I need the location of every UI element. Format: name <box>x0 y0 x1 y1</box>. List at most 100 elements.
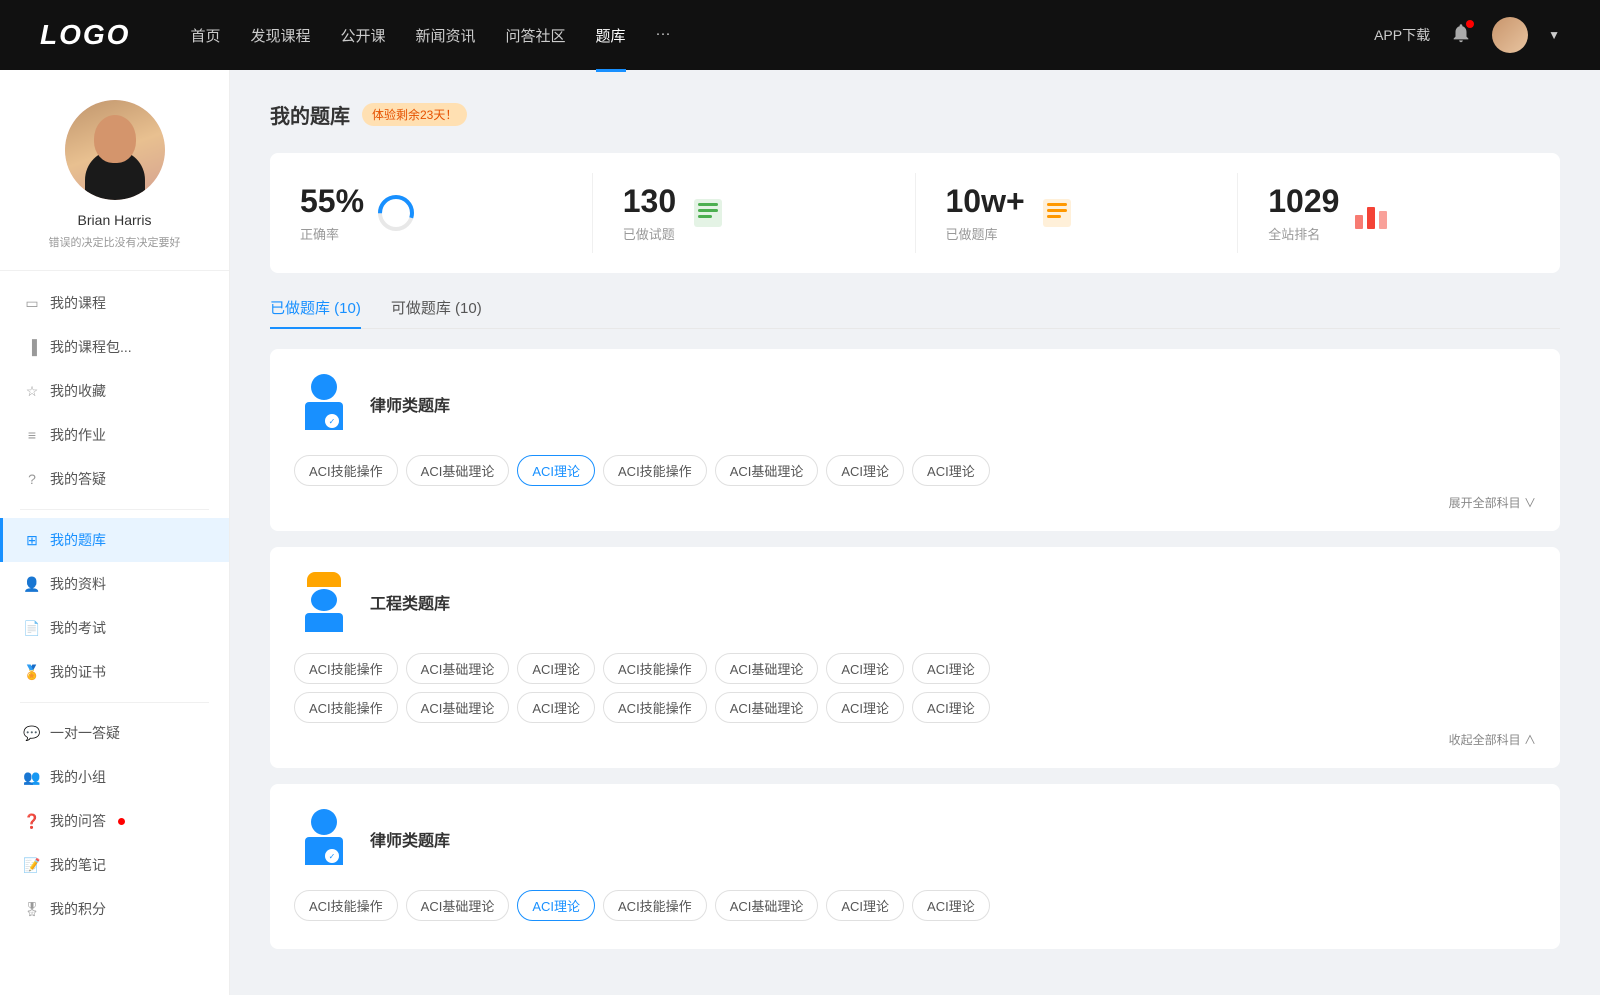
tag-2-2[interactable]: ACI基础理论 <box>406 653 510 684</box>
tab-available-banks[interactable]: 可做题库 (10) <box>391 297 482 328</box>
tag-2-13[interactable]: ACI理论 <box>826 692 904 723</box>
profile-motto: 错误的决定比没有决定要好 <box>49 234 181 250</box>
tag-2-7[interactable]: ACI理论 <box>912 653 990 684</box>
sidebar-item-homework[interactable]: ≡ 我的作业 <box>0 413 229 457</box>
sidebar-item-exam[interactable]: 📄 我的考试 <box>0 606 229 650</box>
tag-3-2[interactable]: ACI基础理论 <box>406 890 510 921</box>
stat-done-banks-text: 10w+ 已做题库 <box>946 183 1025 243</box>
lawyer-badge-1: ✓ <box>325 414 339 428</box>
nav-qa[interactable]: 问答社区 <box>506 21 566 50</box>
qa-icon: ❓ <box>24 813 40 829</box>
tag-3-4[interactable]: ACI技能操作 <box>603 890 707 921</box>
tag-1-2[interactable]: ACI基础理论 <box>406 455 510 486</box>
points-icon: 🎖 <box>24 901 40 917</box>
tag-3-1[interactable]: ACI技能操作 <box>294 890 398 921</box>
accuracy-chart-icon <box>376 193 416 233</box>
expand-link-1[interactable]: 展开全部科目 ∨ <box>294 494 1536 511</box>
tag-3-3[interactable]: ACI理论 <box>517 890 595 921</box>
lawyer-body-1: ✓ <box>305 402 343 430</box>
page-title: 我的题库 <box>270 100 350 129</box>
topic-3-title: 律师类题库 <box>370 827 450 851</box>
lawyer-body-3: ✓ <box>305 837 343 865</box>
tag-3-6[interactable]: ACI理论 <box>826 890 904 921</box>
tag-1-7[interactable]: ACI理论 <box>912 455 990 486</box>
sidebar-item-topic-bank[interactable]: ⊞ 我的题库 <box>0 518 229 562</box>
tab-done-banks[interactable]: 已做题库 (10) <box>270 297 361 328</box>
page-header: 我的题库 体验剩余23天！ <box>270 100 1560 129</box>
file-icon: ▭ <box>24 295 40 311</box>
app-download-button[interactable]: APP下载 <box>1374 25 1430 45</box>
tag-1-5[interactable]: ACI基础理论 <box>715 455 819 486</box>
logo: LOGO <box>40 19 130 51</box>
stat-done-banks-label: 已做题库 <box>946 224 1025 243</box>
tag-3-5[interactable]: ACI基础理论 <box>715 890 819 921</box>
nav-home[interactable]: 首页 <box>190 21 220 50</box>
main-layout: Brian Harris 错误的决定比没有决定要好 ▭ 我的课程 ▐ 我的课程包… <box>0 70 1600 995</box>
nav-more[interactable]: ··· <box>656 21 671 50</box>
topic-1-title: 律师类题库 <box>370 392 450 416</box>
nav-discover[interactable]: 发现课程 <box>250 21 310 50</box>
tag-2-1[interactable]: ACI技能操作 <box>294 653 398 684</box>
sidebar-item-certificate[interactable]: 🏅 我的证书 <box>0 650 229 694</box>
tag-1-6[interactable]: ACI理论 <box>826 455 904 486</box>
tag-1-4[interactable]: ACI技能操作 <box>603 455 707 486</box>
sidebar-item-profile[interactable]: 👤 我的资料 <box>0 562 229 606</box>
tag-2-3[interactable]: ACI理论 <box>517 653 595 684</box>
tag-2-12[interactable]: ACI基础理论 <box>715 692 819 723</box>
tag-2-4[interactable]: ACI技能操作 <box>603 653 707 684</box>
stat-done-questions: 130 已做试题 <box>593 173 916 253</box>
sidebar-item-favorites[interactable]: ☆ 我的收藏 <box>0 369 229 413</box>
avatar-dropdown-icon[interactable]: ▼ <box>1548 28 1560 42</box>
stat-accuracy: 55% 正确率 <box>270 173 593 253</box>
done-banks-icon <box>1037 193 1077 233</box>
menu-divider-2 <box>20 702 209 703</box>
star-icon: ☆ <box>24 383 40 399</box>
engineer-body <box>305 613 343 632</box>
lawyer-icon-3: ✓ <box>299 809 349 869</box>
tag-2-10[interactable]: ACI理论 <box>517 692 595 723</box>
navbar: LOGO 首页 发现课程 公开课 新闻资讯 问答社区 题库 ··· APP下载 … <box>0 0 1600 70</box>
nav-topic-bank[interactable]: 题库 <box>596 21 626 50</box>
sidebar-item-group[interactable]: 👥 我的小组 <box>0 755 229 799</box>
sidebar-item-my-course[interactable]: ▭ 我的课程 <box>0 281 229 325</box>
stat-done-banks: 10w+ 已做题库 <box>916 173 1239 253</box>
topic-card-2: 工程类题库 ACI技能操作 ACI基础理论 ACI理论 ACI技能操作 ACI基… <box>270 547 1560 768</box>
lawyer-badge-3: ✓ <box>325 849 339 863</box>
tag-2-11[interactable]: ACI技能操作 <box>603 692 707 723</box>
trial-badge: 体验剩余23天！ <box>362 103 467 126</box>
navbar-right: APP下载 ▼ <box>1374 17 1560 53</box>
nav-open-course[interactable]: 公开课 <box>340 21 385 50</box>
user-avatar[interactable] <box>1492 17 1528 53</box>
tag-1-1[interactable]: ACI技能操作 <box>294 455 398 486</box>
tag-2-9[interactable]: ACI基础理论 <box>406 692 510 723</box>
sidebar-item-my-qa[interactable]: ❓ 我的问答 <box>0 799 229 843</box>
stat-done-banks-value: 10w+ <box>946 183 1025 220</box>
topic-1-icon-wrapper: ✓ <box>294 369 354 439</box>
stat-ranking: 1029 全站排名 <box>1238 173 1560 253</box>
tag-2-5[interactable]: ACI基础理论 <box>715 653 819 684</box>
stat-ranking-label: 全站排名 <box>1268 224 1339 243</box>
topic-card-3-header: ✓ 律师类题库 <box>294 804 1536 874</box>
clipboard-icon: ≡ <box>24 427 40 443</box>
tag-1-3[interactable]: ACI理论 <box>517 455 595 486</box>
group-icon: 👥 <box>24 769 40 785</box>
profile-name: Brian Harris <box>78 212 152 228</box>
collapse-link-2[interactable]: 收起全部科目 ∧ <box>294 731 1536 748</box>
stat-done-questions-label: 已做试题 <box>623 224 676 243</box>
sidebar-item-one-on-one[interactable]: 💬 一对一答疑 <box>0 711 229 755</box>
sidebar-item-notes[interactable]: 📝 我的笔记 <box>0 843 229 887</box>
nav-news[interactable]: 新闻资讯 <box>416 21 476 50</box>
topic-2-title: 工程类题库 <box>370 590 450 614</box>
sidebar-item-points[interactable]: 🎖 我的积分 <box>0 887 229 931</box>
tag-3-7[interactable]: ACI理论 <box>912 890 990 921</box>
sidebar-profile: Brian Harris 错误的决定比没有决定要好 <box>0 100 229 271</box>
sidebar-item-course-package[interactable]: ▐ 我的课程包... <box>0 325 229 369</box>
qa-notification-dot <box>118 818 125 825</box>
topic-card-3: ✓ 律师类题库 ACI技能操作 ACI基础理论 ACI理论 ACI技能操作 AC… <box>270 784 1560 949</box>
tag-2-8[interactable]: ACI技能操作 <box>294 692 398 723</box>
tag-2-6[interactable]: ACI理论 <box>826 653 904 684</box>
stat-done-questions-value: 130 <box>623 183 676 220</box>
tag-2-14[interactable]: ACI理论 <box>912 692 990 723</box>
sidebar-item-questions[interactable]: ? 我的答疑 <box>0 457 229 501</box>
notification-bell[interactable] <box>1450 22 1472 49</box>
